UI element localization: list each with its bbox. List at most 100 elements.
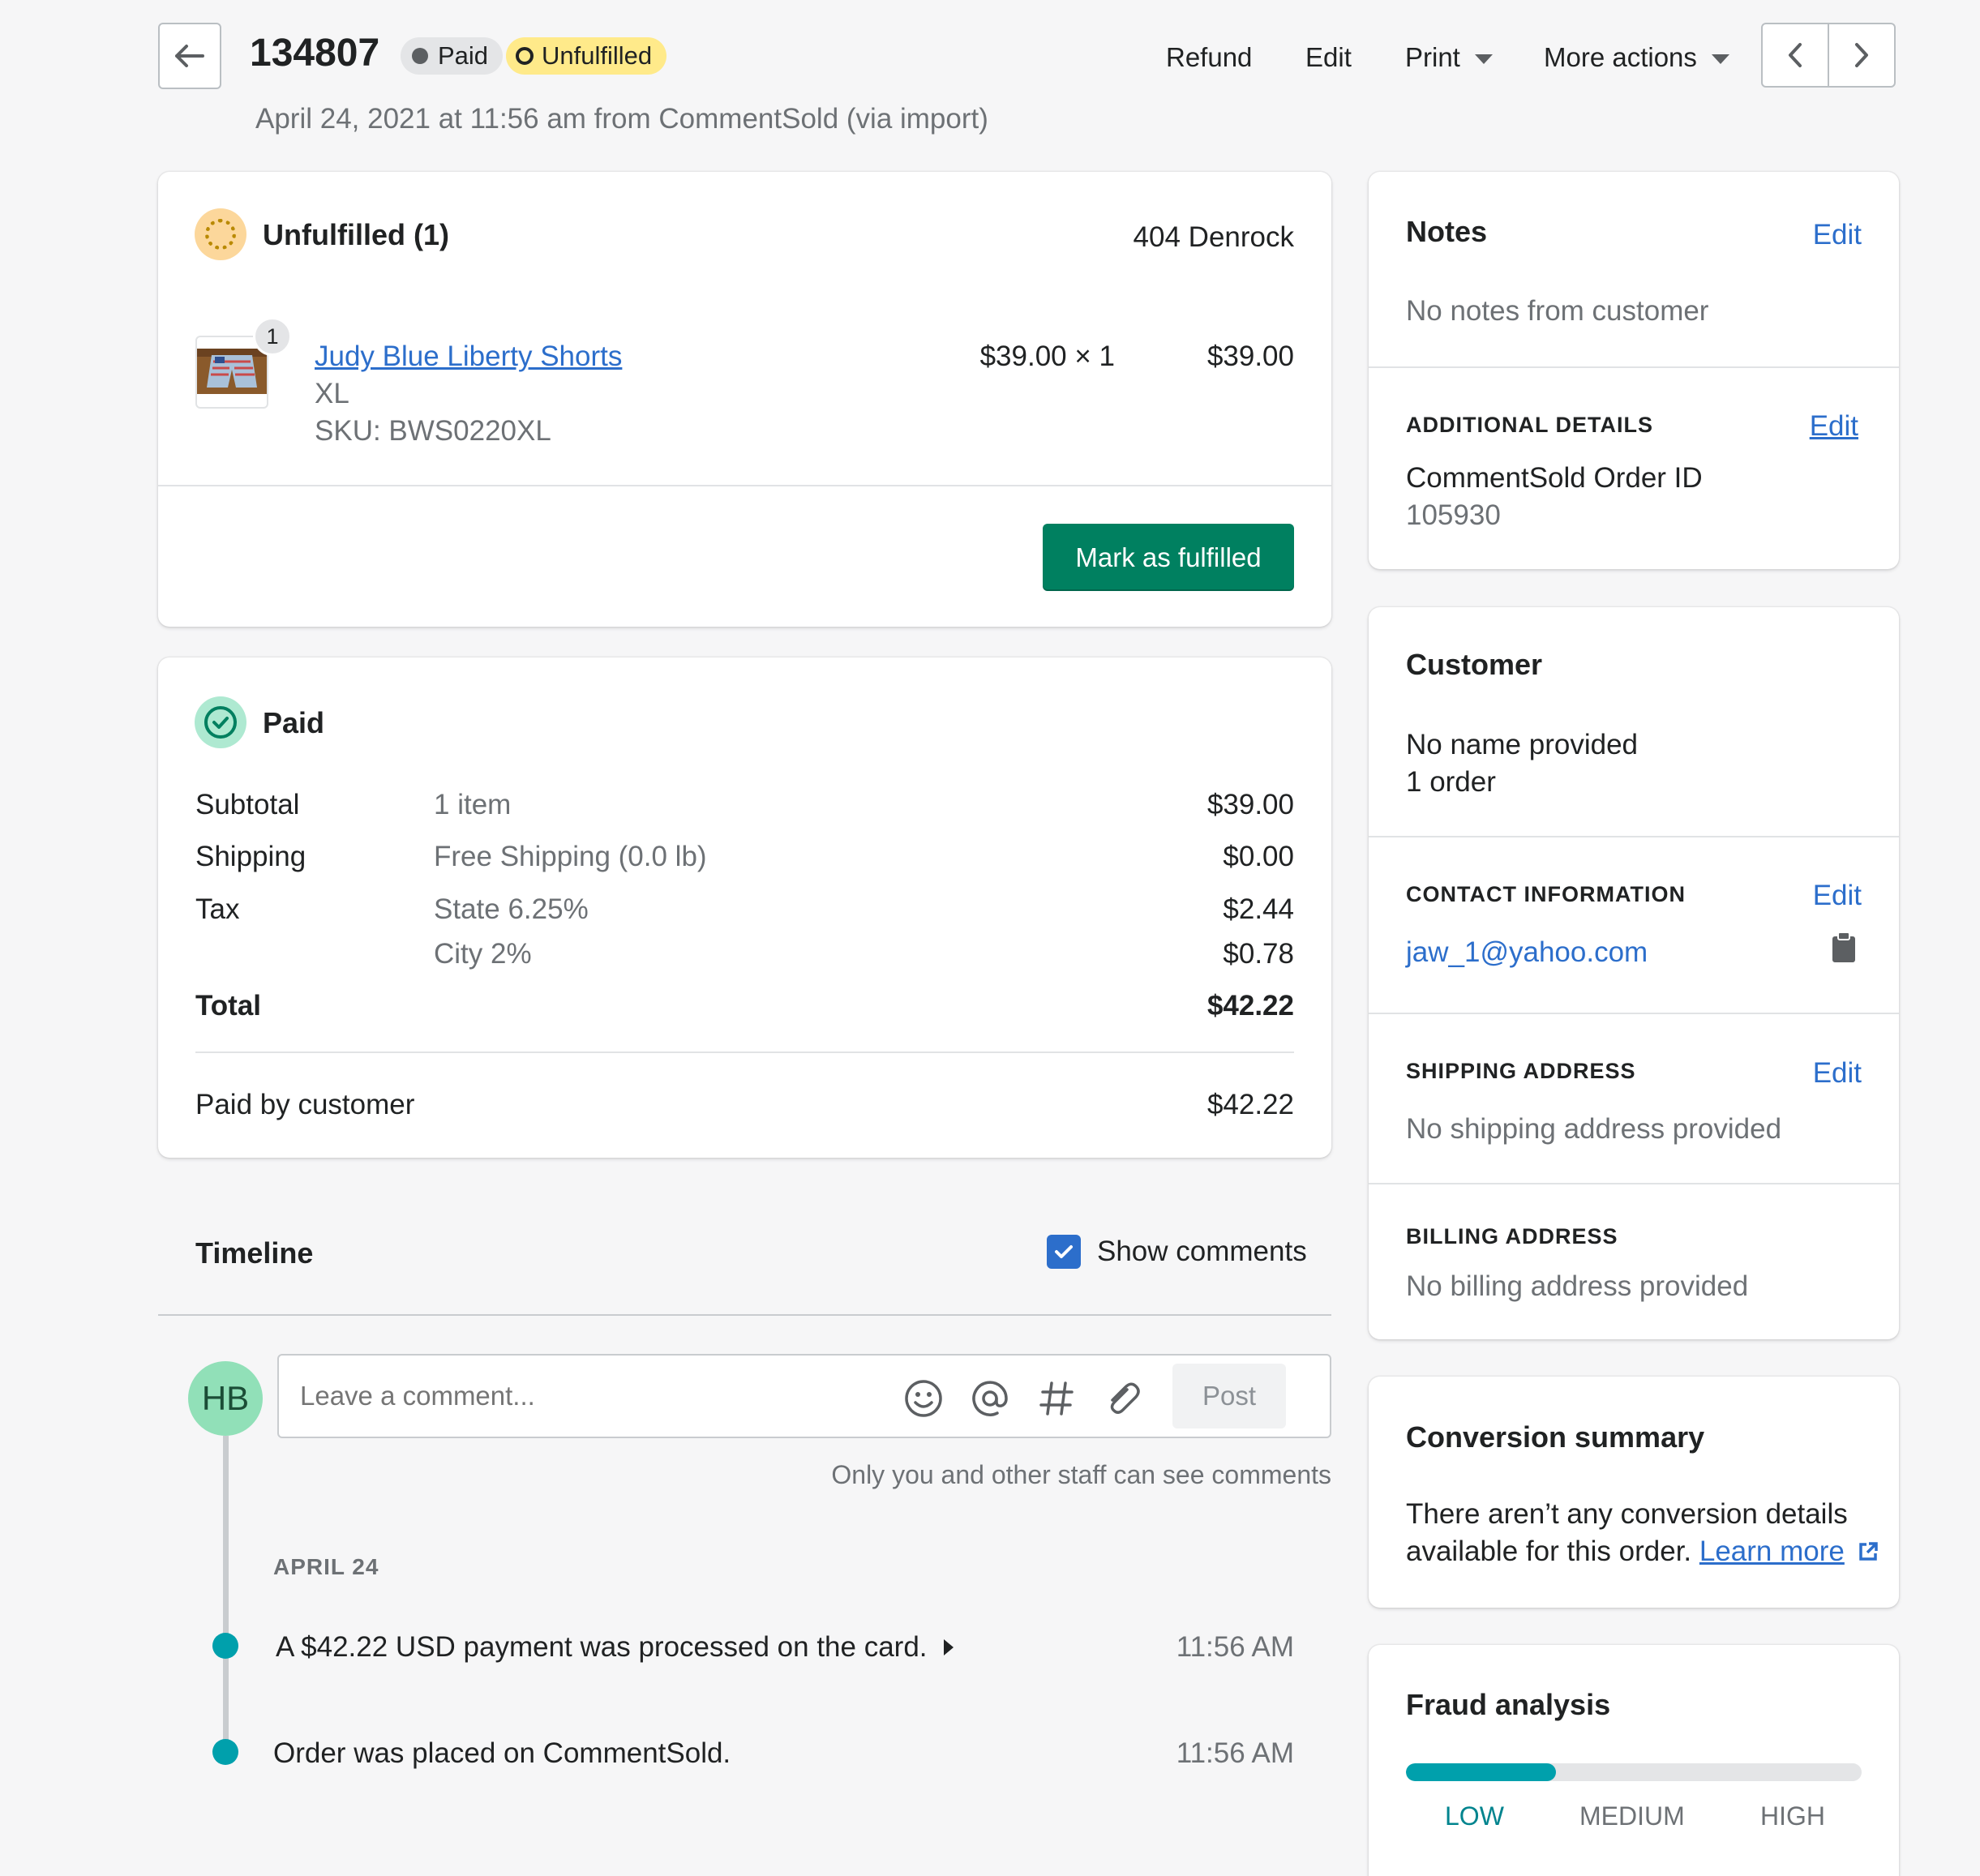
status-badge-paid: Paid [401,37,504,75]
external-link-icon [1858,1542,1878,1561]
divider [158,485,1331,486]
additional-detail-label: CommentSold Order ID [1406,462,1703,494]
product-variant: XL [315,378,349,409]
fulfillment-card: Unfulfilled (1) 404 Denrock 1 Judy Blue … [158,172,1331,627]
avatar: HB [188,1361,263,1436]
show-comments-toggle[interactable]: Show comments [1047,1235,1307,1269]
show-comments-label: Show comments [1097,1236,1307,1267]
fulfillment-title: Unfulfilled (1) [263,218,449,251]
arrow-left-icon [175,45,204,67]
billing-address-text: No billing address provided [1406,1270,1749,1302]
timeline-dot [212,1739,238,1765]
ring-icon [516,47,534,65]
city-tax-desc: City 2% [434,938,532,970]
previous-order-button[interactable] [1761,23,1829,88]
payment-card: Paid Subtotal 1 item $39.00 Shipping Fre… [158,657,1331,1158]
divider [1369,836,1899,837]
billing-address-title: BILLING ADDRESS [1406,1224,1618,1249]
timeline-event-time: 11:56 AM [1176,1631,1294,1663]
notes-text: No notes from customer [1406,295,1709,327]
unfulfilled-status-icon [195,208,246,260]
attachment-icon[interactable] [1103,1378,1143,1419]
divider [1369,1183,1899,1184]
additional-details-edit-link[interactable]: Edit [1810,410,1858,443]
divider [1369,1013,1899,1014]
print-button[interactable]: Print [1405,42,1493,73]
caret-down-icon [1711,54,1729,65]
mention-icon[interactable] [970,1378,1010,1419]
timeline-line [223,1436,229,1744]
subtotal-label: Subtotal [195,789,300,820]
shipping-desc: Free Shipping (0.0 lb) [434,841,707,872]
customer-email-link[interactable]: jaw_1@yahoo.com [1406,936,1648,969]
timeline-dot [212,1633,238,1659]
fraud-risk-bar [1406,1763,1862,1781]
notes-edit-link[interactable]: Edit [1813,219,1862,251]
shipping-address-text: No shipping address provided [1406,1113,1782,1145]
fulfillment-location: 404 Denrock [1133,221,1294,253]
check-circle-icon [204,706,237,739]
back-button[interactable] [158,23,221,89]
fraud-analysis-card: Fraud analysis LOW MEDIUM HIGH [1369,1645,1899,1876]
shipping-amount: $0.00 [1223,841,1294,872]
checkbox[interactable] [1047,1235,1081,1269]
state-tax-desc: State 6.25% [434,893,589,925]
notes-card: Notes Edit No notes from customer ADDITI… [1369,172,1899,569]
divider [195,1052,1294,1053]
comment-input[interactable] [300,1372,900,1420]
contact-information-title: CONTACT INFORMATION [1406,882,1686,906]
timeline-date-heading: APRIL 24 [273,1554,379,1579]
city-tax-amount: $0.78 [1223,938,1294,970]
mark-as-fulfilled-button[interactable]: Mark as fulfilled [1043,524,1294,591]
refund-button[interactable]: Refund [1166,42,1252,73]
clipboard-icon[interactable] [1831,932,1857,964]
fraud-analysis-title: Fraud analysis [1406,1688,1611,1721]
expand-caret-icon [943,1639,954,1655]
post-button[interactable]: Post [1172,1364,1286,1428]
conversion-summary-title: Conversion summary [1406,1420,1705,1454]
line-total: $39.00 [1206,341,1294,372]
customer-card: Customer No name provided 1 order CONTAC… [1369,607,1899,1339]
comment-box: Post [277,1354,1331,1438]
quantity-badge: 1 [253,317,292,356]
checkmark-icon [1055,1245,1073,1258]
timeline-event-payment[interactable]: A $42.22 USD payment was processed on th… [276,1631,954,1664]
shipping-address-edit-link[interactable]: Edit [1813,1057,1862,1090]
timeline-divider [158,1314,1331,1316]
unit-price: $39.00 × 1 [979,341,1115,372]
product-link[interactable]: Judy Blue Liberty Shorts [315,341,622,373]
tax-label: Tax [195,893,240,925]
contact-edit-link[interactable]: Edit [1813,880,1862,912]
paid-by-customer-amount: $42.22 [1206,1089,1294,1120]
total-label: Total [195,990,262,1022]
timeline-title: Timeline [195,1236,314,1270]
dot-icon [412,48,428,64]
conversion-text-line1: There aren’t any conversion details [1406,1498,1848,1530]
payment-title: Paid [263,706,325,739]
customer-title: Customer [1406,648,1543,681]
hashtag-icon[interactable] [1036,1378,1077,1419]
emoji-icon[interactable] [903,1378,944,1419]
fraud-level-high: HIGH [1760,1801,1825,1831]
chevron-right-icon [1855,43,1868,67]
state-tax-amount: $2.44 [1223,893,1294,925]
subtotal-amount: $39.00 [1206,789,1294,820]
customer-orders: 1 order [1406,766,1496,798]
shipping-address-title: SHIPPING ADDRESS [1406,1059,1636,1083]
fraud-level-low: LOW [1445,1801,1504,1831]
more-actions-button[interactable]: More actions [1544,42,1729,73]
shipping-label: Shipping [195,841,306,872]
product-sku: SKU: BWS0220XL [315,415,551,447]
timeline-event-order-placed: Order was placed on CommentSold. [273,1737,731,1769]
subtotal-desc: 1 item [434,789,512,820]
edit-button[interactable]: Edit [1305,42,1352,73]
additional-detail-value: 105930 [1406,499,1501,531]
fraud-level-medium: MEDIUM [1579,1801,1685,1831]
conversion-text-line2: available for this order. Learn more [1406,1535,1879,1568]
order-subtitle: April 24, 2021 at 11:56 am from CommentS… [255,103,988,135]
fraud-risk-fill [1406,1763,1557,1781]
paid-status-icon [195,696,246,748]
next-order-button[interactable] [1828,23,1896,88]
learn-more-link[interactable]: Learn more [1699,1535,1845,1567]
timeline-event-time: 11:56 AM [1176,1737,1294,1769]
